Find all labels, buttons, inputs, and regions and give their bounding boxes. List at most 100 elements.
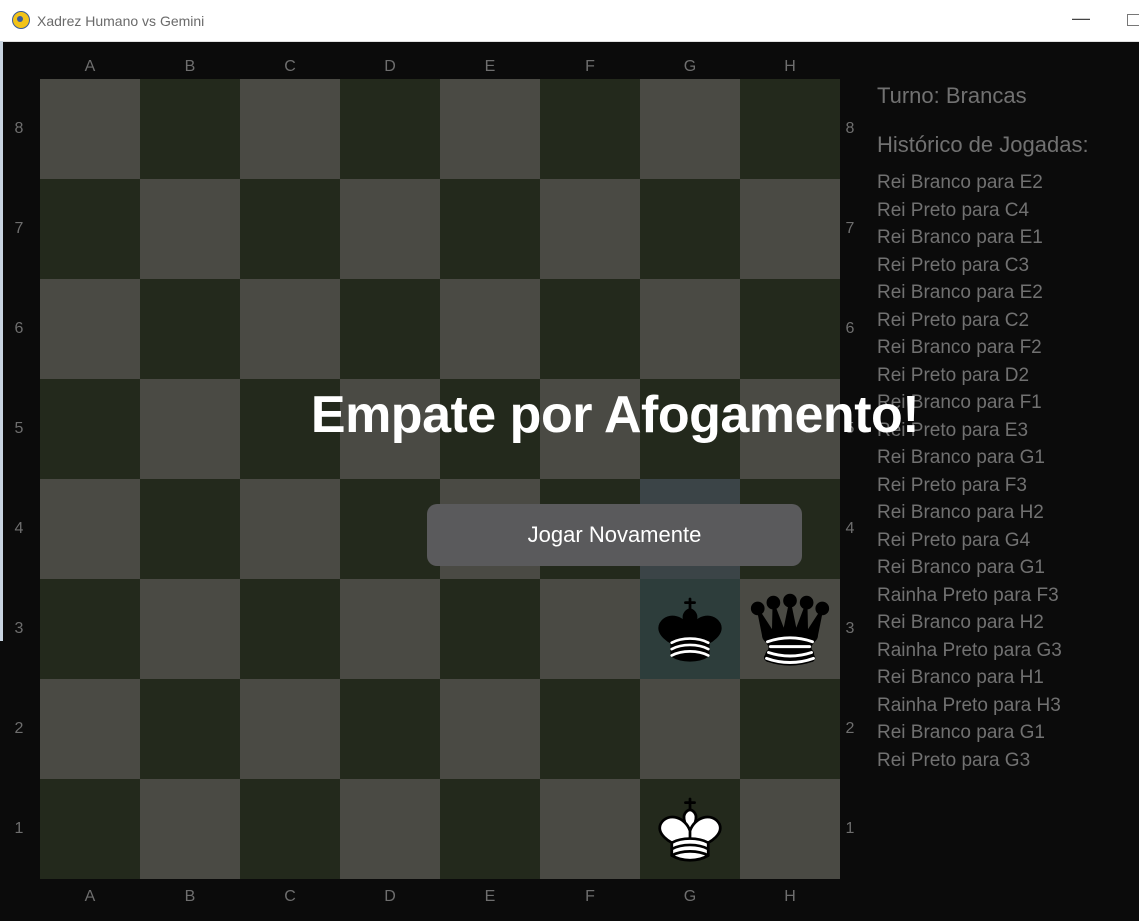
rank-label-right: 7 (845, 220, 855, 237)
square-d6[interactable] (340, 279, 440, 379)
history-item: Rainha Preto para G3 (877, 639, 1062, 661)
square-b5[interactable] (140, 379, 240, 479)
minimize-button[interactable]: — (1069, 9, 1093, 31)
square-b7[interactable] (140, 179, 240, 279)
background-window-strip (0, 41, 3, 641)
square-e1[interactable] (440, 779, 540, 879)
square-c4[interactable] (240, 479, 340, 579)
rank-label-left: 4 (14, 520, 24, 537)
move-history-list: Rei Branco para E2 Rei Preto para C4 Rei B… (877, 169, 1062, 774)
square-g6[interactable] (640, 279, 740, 379)
window-title: Xadrez Humano vs Gemini (37, 13, 205, 29)
play-again-button[interactable]: Jogar Novamente (427, 504, 802, 566)
square-h1[interactable] (740, 779, 840, 879)
square-c1[interactable] (240, 779, 340, 879)
history-item: Rei Branco para F2 (877, 337, 1042, 358)
history-item: Rei Branco para H2 (877, 612, 1044, 633)
square-a8[interactable] (40, 79, 140, 179)
square-a7[interactable] (40, 179, 140, 279)
history-item: Rainha Preto para H3 (877, 694, 1061, 716)
square-d2[interactable] (340, 679, 440, 779)
square-c2[interactable] (240, 679, 340, 779)
rank-label-right: 3 (845, 620, 855, 637)
square-g8[interactable] (640, 79, 740, 179)
square-a5[interactable] (40, 379, 140, 479)
rank-label-left: 1 (14, 820, 24, 837)
maximize-button[interactable] (1127, 14, 1139, 26)
square-a4[interactable] (40, 479, 140, 579)
history-item: Rei Branco para E1 (877, 227, 1043, 248)
square-e2[interactable] (440, 679, 540, 779)
square-g1[interactable] (640, 779, 740, 879)
square-d8[interactable] (340, 79, 440, 179)
rank-label-right: 4 (845, 520, 855, 537)
rank-label-right: 8 (845, 120, 855, 137)
history-item: Rei Preto para G3 (877, 749, 1031, 771)
file-label-bottom: F (585, 888, 595, 905)
square-c6[interactable] (240, 279, 340, 379)
pygame-snake-icon (12, 11, 30, 29)
king-icon (658, 797, 722, 862)
square-d7[interactable] (340, 179, 440, 279)
square-g2[interactable] (640, 679, 740, 779)
square-c8[interactable] (240, 79, 340, 179)
history-item: Rei Preto para C4 (877, 199, 1030, 221)
black-queen-piece[interactable] (740, 579, 840, 679)
file-label-top: H (784, 58, 796, 75)
rank-label-left: 2 (14, 720, 24, 737)
square-d1[interactable] (340, 779, 440, 879)
square-a6[interactable] (40, 279, 140, 379)
history-item: Rei Preto para C2 (877, 309, 1030, 331)
history-item: Rei Preto para C3 (877, 254, 1030, 276)
file-label-top: C (284, 58, 296, 75)
square-a1[interactable] (40, 779, 140, 879)
history-item: Rei Branco para E2 (877, 282, 1043, 303)
square-f6[interactable] (540, 279, 640, 379)
square-b4[interactable] (140, 479, 240, 579)
square-h3[interactable] (740, 579, 840, 679)
square-f7[interactable] (540, 179, 640, 279)
square-g3[interactable] (640, 579, 740, 679)
square-f2[interactable] (540, 679, 640, 779)
square-b2[interactable] (140, 679, 240, 779)
square-e8[interactable] (440, 79, 540, 179)
stalemate-message: Empate por Afogamento! (310, 386, 920, 444)
file-label-bottom: H (784, 888, 796, 905)
history-item: Rainha Preto para F3 (877, 584, 1059, 606)
rank-label-right: 2 (845, 720, 855, 737)
square-e3[interactable] (440, 579, 540, 679)
square-e7[interactable] (440, 179, 540, 279)
square-d4[interactable] (340, 479, 440, 579)
square-a2[interactable] (40, 679, 140, 779)
rank-label-right: 6 (845, 320, 855, 337)
square-f8[interactable] (540, 79, 640, 179)
square-h6[interactable] (740, 279, 840, 379)
file-label-top: G (683, 58, 697, 75)
black-king-piece[interactable] (640, 579, 740, 679)
rank-label-left: 8 (14, 120, 24, 137)
queen-icon (750, 593, 830, 666)
history-item: Rei Preto para F3 (877, 474, 1027, 496)
square-b3[interactable] (140, 579, 240, 679)
square-h8[interactable] (740, 79, 840, 179)
square-c7[interactable] (240, 179, 340, 279)
file-label-bottom: D (384, 888, 396, 905)
history-item: Rei Branco para H1 (877, 667, 1044, 688)
square-a3[interactable] (40, 579, 140, 679)
chess-board[interactable] (40, 79, 840, 879)
square-f1[interactable] (540, 779, 640, 879)
square-h2[interactable] (740, 679, 840, 779)
square-g7[interactable] (640, 179, 740, 279)
square-b8[interactable] (140, 79, 240, 179)
square-b1[interactable] (140, 779, 240, 879)
file-label-bottom: B (184, 888, 196, 905)
square-f3[interactable] (540, 579, 640, 679)
square-b6[interactable] (140, 279, 240, 379)
square-d3[interactable] (340, 579, 440, 679)
window-titlebar: Xadrez Humano vs Gemini — (0, 0, 1139, 42)
square-e6[interactable] (440, 279, 540, 379)
square-c3[interactable] (240, 579, 340, 679)
square-h7[interactable] (740, 179, 840, 279)
white-king-piece[interactable] (640, 779, 740, 879)
file-label-top: D (384, 58, 396, 75)
